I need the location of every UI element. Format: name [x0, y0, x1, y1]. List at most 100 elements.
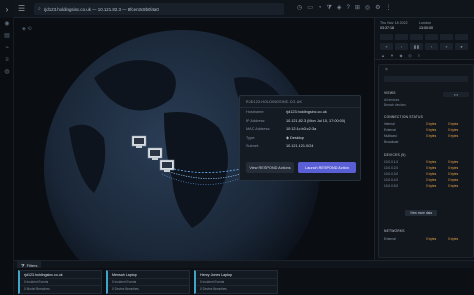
- devices-icon[interactable]: ▤: [0, 30, 14, 42]
- popup-row: Type: ◈ Desktop: [240, 134, 360, 143]
- row-out: 0 bytes: [448, 184, 459, 188]
- filter-input[interactable]: [384, 76, 468, 82]
- popup-heading: RJD123.HOLDINGSINC.CO.UK: [240, 96, 360, 108]
- device-row[interactable]: 10.0.0.5.0 0 bytes 0 bytes: [384, 184, 470, 188]
- user-icon[interactable]: ◍: [0, 66, 14, 78]
- time-slider[interactable]: [440, 34, 453, 40]
- row-out: 0 bytes: [448, 122, 459, 126]
- globe-icon[interactable]: ◉: [0, 18, 14, 30]
- view-more-data-button[interactable]: View more data: [405, 210, 437, 216]
- help-icon[interactable]: ?: [347, 5, 350, 12]
- close-icon[interactable]: ×: [385, 67, 388, 73]
- device-node[interactable]: [159, 159, 175, 172]
- row-out: 0 bytes: [448, 237, 459, 241]
- rewind-icon[interactable]: «: [380, 43, 393, 50]
- popup-value: ◈ Desktop: [286, 135, 304, 140]
- tag-icon[interactable]: ◈: [337, 5, 342, 12]
- time-slider[interactable]: [395, 34, 408, 40]
- forward-icon[interactable]: »: [440, 43, 453, 50]
- time-sliders[interactable]: [380, 34, 468, 40]
- up-icon[interactable]: ▲: [380, 53, 386, 58]
- expand-icon[interactable]: ›: [0, 0, 14, 18]
- view-item[interactable]: Breach devices: [384, 103, 406, 107]
- step-forward-icon[interactable]: ›: [425, 43, 438, 50]
- view-item[interactable]: All devices: [384, 98, 399, 102]
- card-line: 0 incident Events: [20, 278, 101, 285]
- local-clock: Thu Nov 18 2022 03:37:18: [380, 21, 408, 30]
- popup-row: Hostname: rjd123.holdingsinc.co.uk: [240, 108, 360, 117]
- card-line: 0 incident Events: [108, 278, 189, 285]
- popup-value: rjd123.holdingsinc.co.uk: [286, 110, 327, 114]
- device-node[interactable]: [147, 147, 163, 160]
- time-slider[interactable]: [380, 34, 393, 40]
- views-select[interactable]: ▾ ▾: [443, 92, 469, 97]
- menu-icon[interactable]: ☰: [18, 5, 25, 13]
- chart-icon[interactable]: ⌁: [0, 42, 14, 54]
- down-icon[interactable]: ▼: [389, 53, 395, 58]
- row-label: 10.0.0.5.0: [384, 184, 399, 188]
- connection-row: Broadcast: [384, 140, 470, 144]
- device-card[interactable]: Mensah Laptop 0 incident Events 0 Device…: [106, 270, 190, 294]
- bell-icon[interactable]: ◔: [318, 5, 322, 12]
- right-panel: Thu Nov 18 2022 03:37:18 London 13:00:00…: [374, 18, 474, 260]
- clock-time: 03:37:18: [380, 25, 394, 30]
- row-out: 0 bytes: [448, 172, 459, 176]
- filter-icon[interactable]: ⧩: [327, 5, 332, 12]
- popup-key: IP Address:: [246, 118, 266, 123]
- connection-row: Multicast 0 bytes 0 bytes: [384, 134, 470, 138]
- live-icon[interactable]: ●: [455, 43, 468, 50]
- playback-controls: « ‹ ❚❚ › » ●: [380, 43, 468, 50]
- filter-icon: ⧩: [21, 262, 25, 268]
- step-back-icon[interactable]: ‹: [395, 43, 408, 50]
- time-slider[interactable]: [425, 34, 438, 40]
- popup-value: 10.121.121.0/24: [286, 144, 314, 149]
- clock-city: London: [419, 21, 431, 25]
- search-text: rjd123.holdingsinc.co.uk — 10.121.82.3 —…: [43, 6, 159, 12]
- device-row[interactable]: 10.0.0.3.0 0 bytes 0 bytes: [384, 172, 470, 176]
- popup-value: 10:12:1c:b3:c2:3a: [286, 127, 317, 132]
- pin-icon[interactable]: ◆: [398, 53, 404, 58]
- clock-icon[interactable]: ◷: [297, 5, 302, 12]
- row-label: Broadcast: [384, 140, 399, 144]
- clock-time: 13:00:00: [419, 25, 433, 30]
- row-in: [426, 140, 448, 144]
- connection-row: External 0 bytes 0 bytes: [384, 128, 470, 132]
- row-in: 0 bytes: [426, 237, 437, 241]
- device-card[interactable]: Henry Jones Laptop 0 incident Events 0 D…: [194, 270, 278, 294]
- view-respond-actions-button[interactable]: View RESPOND Actions: [246, 162, 294, 173]
- time-slider[interactable]: [455, 34, 468, 40]
- popup-value: 10.121.82.3 (Mon Jul 10, 17:00:00): [286, 118, 346, 123]
- layers-icon[interactable]: ≡: [416, 53, 422, 58]
- more-icon[interactable]: ⋮: [386, 5, 392, 12]
- grid-icon[interactable]: ⊞: [355, 5, 360, 12]
- card-line: 0 Device Breaches: [196, 285, 277, 292]
- device-row[interactable]: 10.0.0.1.0 0 bytes 0 bytes: [384, 160, 470, 164]
- eye-icon[interactable]: ◎: [407, 53, 413, 58]
- row-in: 0 bytes: [426, 166, 437, 170]
- popup-key: Type:: [246, 135, 256, 140]
- device-card[interactable]: rjd123.holdingsinc.co.uk 0 incident Even…: [18, 270, 102, 294]
- row-in: 0 bytes: [426, 172, 437, 176]
- row-label: External: [384, 128, 396, 132]
- networks-heading: NETWORKS: [384, 229, 405, 233]
- popup-row: IP Address: 10.121.82.3 (Mon Jul 10, 17:…: [240, 117, 360, 126]
- popup-key: Subnet:: [246, 144, 260, 149]
- search-input[interactable]: ⌕ rjd123.holdingsinc.co.uk — 10.121.82.3…: [34, 3, 284, 15]
- device-row[interactable]: 10.0.0.4.0 0 bytes 0 bytes: [384, 178, 470, 182]
- chat-icon[interactable]: ▭: [307, 5, 313, 12]
- list-icon[interactable]: ≡: [0, 54, 14, 66]
- settings-icon[interactable]: ⚙: [375, 5, 380, 12]
- threat-visualizer-map[interactable]: ◈ ⟲ RJD123.HOLDINGSINC.CO.UK Hostname: r…: [14, 18, 374, 260]
- time-slider[interactable]: [410, 34, 423, 40]
- device-cards: rjd123.holdingsinc.co.uk 0 incident Even…: [14, 268, 474, 295]
- row-out: 0 bytes: [448, 160, 459, 164]
- device-row[interactable]: 10.0.0.2.0 0 bytes 0 bytes: [384, 166, 470, 170]
- network-row: External 0 bytes 0 bytes: [384, 237, 470, 241]
- pause-icon[interactable]: ❚❚: [410, 43, 423, 50]
- device-node[interactable]: [131, 135, 147, 148]
- card-line: 0 Model Breaches: [20, 285, 101, 292]
- profile-icon[interactable]: ◎: [365, 5, 370, 12]
- row-in: 0 bytes: [426, 122, 437, 126]
- launch-respond-action-button[interactable]: Launch RESPOND Action: [298, 162, 356, 173]
- row-label: Multicast: [384, 134, 397, 138]
